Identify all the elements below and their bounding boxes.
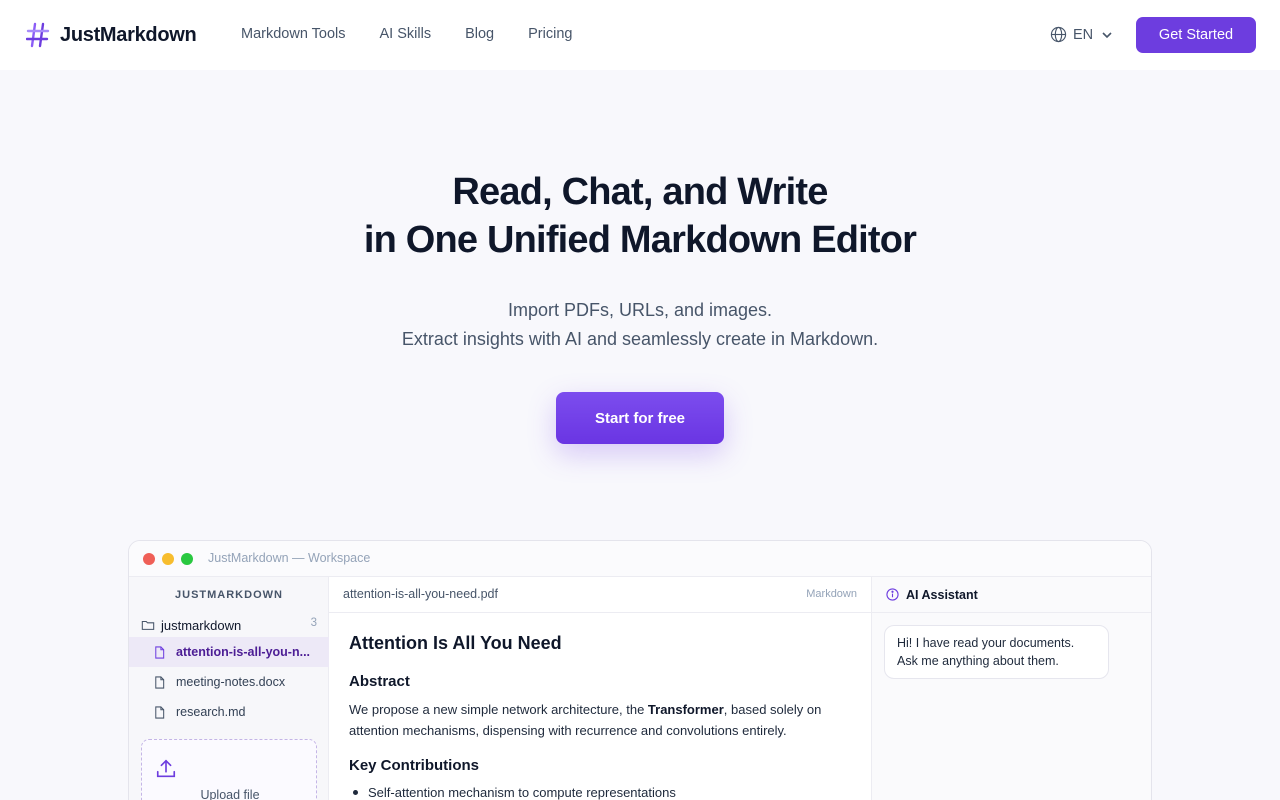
window-minimize-dot[interactable]: [162, 553, 174, 565]
file-icon: [155, 645, 165, 659]
folder-name: justmarkdown: [161, 617, 242, 633]
hash-logo-icon: [26, 22, 50, 48]
start-for-free-button[interactable]: Start for free: [556, 392, 724, 444]
file-item-label: attention-is-all-you-n...: [176, 645, 311, 659]
nav-links: Markdown Tools AI Skills Blog Pricing: [241, 26, 606, 42]
nav-link-pricing[interactable]: Pricing: [528, 26, 572, 42]
assistant-title: AI Assistant: [906, 587, 978, 602]
language-selector[interactable]: EN: [1050, 26, 1113, 43]
folder-count: 3: [310, 617, 317, 629]
ai-assistant-panel: AI Assistant Hi! I have read your docume…: [871, 577, 1151, 800]
file-item-label: research.md: [176, 705, 246, 719]
hero-title-line2: in One Unified Markdown Editor: [363, 219, 917, 261]
list-item-text: Self-attention mechanism to compute repr…: [368, 785, 676, 800]
upload-file-dropzone[interactable]: Upload file: [141, 739, 317, 800]
hero-sub-line1: Import PDFs, URLs, and images.: [507, 300, 773, 320]
document-header: attention-is-all-you-need.pdf Markdown: [329, 577, 871, 613]
document-title: Attention Is All You Need: [349, 633, 562, 653]
hero-sub-line2: Extract insights with AI and seamlessly …: [401, 329, 879, 349]
folder-icon: [141, 620, 155, 630]
nav-link-blog[interactable]: Blog: [465, 26, 494, 42]
document-panel: attention-is-all-you-need.pdf Markdown A…: [329, 577, 871, 800]
hero-title-line1: Read, Chat, and Write: [452, 171, 828, 213]
file-icon: [155, 675, 165, 689]
document-mode[interactable]: Markdown: [806, 588, 857, 600]
bullet-dot: [353, 790, 358, 795]
abstract-paragraph: We propose a new simple network architec…: [349, 699, 859, 741]
contributions-heading: Key Contributions: [349, 757, 479, 774]
top-navbar: JustMarkdown Markdown Tools AI Skills Bl…: [0, 0, 1280, 70]
assistant-header: AI Assistant: [872, 577, 1151, 613]
hero-subtitle: Import PDFs, URLs, and images. Extract i…: [0, 296, 1280, 354]
abstract-text-start: We propose a new simple network architec…: [349, 702, 648, 717]
workspace-window: JustMarkdown — Workspace JUSTMARKDOWN ju…: [128, 540, 1152, 800]
file-item-meeting-notes[interactable]: meeting-notes.docx: [129, 667, 329, 697]
file-icon: [155, 705, 165, 719]
list-item: Self-attention mechanism to compute repr…: [353, 785, 676, 800]
file-item-attention[interactable]: attention-is-all-you-n...: [129, 637, 329, 667]
window-close-dot[interactable]: [143, 553, 155, 565]
document-filename: attention-is-all-you-need.pdf: [343, 587, 498, 601]
info-icon: [886, 588, 899, 601]
assistant-message: Hi! I have read your documents. Ask me a…: [884, 625, 1109, 679]
nav-link-markdown-tools[interactable]: Markdown Tools: [241, 26, 346, 42]
get-started-button[interactable]: Get Started: [1136, 17, 1256, 53]
chevron-down-icon: [1102, 31, 1112, 38]
brand-name: JustMarkdown: [60, 23, 197, 46]
upload-icon: [156, 759, 176, 778]
folder-justmarkdown[interactable]: justmarkdown 3: [141, 615, 317, 635]
file-item-label: meeting-notes.docx: [176, 675, 286, 689]
abstract-bold-term: Transformer: [647, 702, 724, 717]
window-title: JustMarkdown — Workspace: [208, 551, 371, 565]
file-item-research[interactable]: research.md: [129, 697, 329, 727]
upload-file-label: Upload file: [200, 788, 260, 800]
globe-icon: [1050, 26, 1067, 43]
hero-title: Read, Chat, and Write in One Unified Mar…: [0, 168, 1280, 264]
sidebar-heading: JUSTMARKDOWN: [175, 589, 283, 601]
file-sidebar: JUSTMARKDOWN justmarkdown 3 attention-is…: [129, 577, 329, 800]
abstract-heading: Abstract: [349, 673, 410, 690]
window-titlebar: JustMarkdown — Workspace: [129, 541, 1151, 577]
nav-link-ai-skills[interactable]: AI Skills: [380, 26, 432, 42]
brand-logo[interactable]: JustMarkdown: [26, 22, 197, 48]
window-maximize-dot[interactable]: [181, 553, 193, 565]
language-label: EN: [1073, 26, 1094, 43]
